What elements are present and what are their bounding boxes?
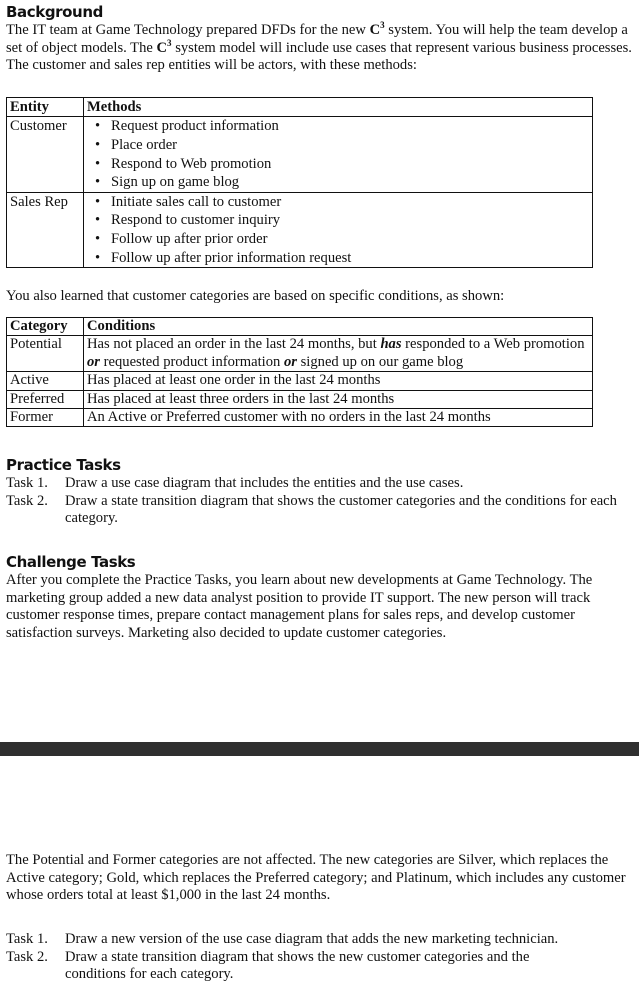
condition-cell: Has not placed an order in the last 24 m… — [83, 335, 593, 373]
condition-text: requested product information — [99, 353, 284, 370]
condition-emphasis: has — [380, 336, 402, 353]
category-name: Potential — [6, 335, 84, 373]
table-row: Preferred Has placed at least three orde… — [6, 389, 593, 410]
background-paragraph: The IT team at Game Technology prepared … — [6, 21, 634, 75]
categories-table: Category Conditions Potential Has not pl… — [6, 316, 593, 428]
table-row: Customer • Request product information • P… — [6, 116, 593, 193]
category-name: Active — [6, 371, 84, 391]
task-text: Draw a use case diagram that includes th… — [65, 475, 464, 491]
category-name: Former — [6, 408, 84, 428]
categories-intro: You also learned that customer categorie… — [6, 288, 505, 304]
task-item: Task 1. Draw a use case diagram that inc… — [6, 475, 634, 493]
bullet-icon: • — [95, 212, 101, 229]
method-text: Follow up after prior information reques… — [111, 249, 352, 266]
continued-section: The Potential and Former categories are … — [6, 852, 634, 905]
bullet-icon: • — [95, 230, 101, 247]
new-categories-paragraph: The Potential and Former categories are … — [6, 852, 626, 904]
entities-table: Entity Methods Customer • Request product… — [6, 96, 593, 269]
task-item: Task 1. Draw a new version of the use ca… — [6, 931, 634, 949]
task-text: Draw a new version of the use case diagr… — [65, 931, 559, 947]
condition-emphasis: or — [283, 353, 297, 370]
background-section: Background The IT team at Game Technolog… — [6, 3, 634, 75]
category-column-header: Category — [6, 316, 84, 337]
methods-list: • Request product information • Place orde… — [87, 117, 589, 191]
task-text: Draw a state transition diagram that sho… — [65, 492, 617, 527]
condition-text: responded to a Web promotion — [401, 336, 585, 353]
bullet-icon: • — [95, 193, 101, 210]
background-heading: Background — [6, 3, 103, 21]
method-item: • Sign up on game blog — [91, 173, 589, 192]
method-item: • Initiate sales call to customer — [91, 193, 589, 212]
method-item: • Follow up after prior order — [91, 230, 589, 249]
task-text: Draw a state transition diagram that sho… — [65, 948, 530, 983]
methods-cell: • Initiate sales call to customer • Respon… — [83, 191, 593, 269]
entities-table-wrapper: Entity Methods Customer • Request product… — [6, 96, 634, 269]
condition-cell: An Active or Preferred customer with no … — [83, 408, 593, 428]
bullet-icon: • — [95, 155, 101, 172]
method-text: Request product information — [111, 118, 279, 135]
challenge-tasks-heading: Challenge Tasks — [6, 553, 136, 571]
condition-cell: Has placed at least three orders in the … — [83, 389, 593, 410]
table-row: Potential Has not placed an order in the… — [6, 335, 593, 373]
condition-cell: Has placed at least one order in the las… — [83, 371, 593, 391]
practice-tasks-heading: Practice Tasks — [6, 456, 121, 474]
methods-cell: • Request product information • Place orde… — [83, 116, 593, 193]
table-row: Active Has placed at least one order in … — [6, 371, 593, 391]
entity-name: Customer — [6, 116, 84, 193]
challenge-tasks-section: Challenge Tasks After you complete the P… — [6, 553, 634, 642]
task-label: Task 2. — [6, 948, 48, 965]
method-item: • Follow up after prior information reque… — [91, 249, 589, 268]
condition-emphasis: or — [87, 353, 100, 370]
task-label: Task 1. — [6, 475, 48, 491]
challenge-paragraph: After you complete the Practice Tasks, y… — [6, 572, 593, 641]
method-text: Follow up after prior order — [111, 230, 268, 247]
bullet-icon: • — [95, 137, 101, 153]
practice-tasks-section: Practice Tasks Task 1. Draw a use case d… — [6, 456, 634, 528]
bullet-icon: • — [95, 118, 101, 135]
categories-table-wrapper: Category Conditions Potential Has not pl… — [6, 316, 634, 428]
conditions-column-header: Conditions — [83, 316, 593, 337]
bullet-icon: • — [95, 174, 101, 191]
system-name: C — [156, 39, 168, 56]
method-text: Initiate sales call to customer — [111, 193, 282, 210]
method-item: • Place order — [91, 136, 589, 155]
method-text: Respond to customer inquiry — [111, 212, 281, 229]
method-text: Place order — [111, 137, 178, 153]
condition-text: Has not placed an order in the last 24 m… — [87, 336, 381, 353]
task-item: Task 2. Draw a state transition diagram … — [6, 493, 634, 528]
entity-name: Sales Rep — [6, 191, 84, 269]
challenge-task-list: Task 1. Draw a new version of the use ca… — [6, 931, 634, 984]
method-item: • Respond to Web promotion — [91, 155, 589, 174]
background-text-1: The IT team at Game Technology prepared … — [6, 22, 370, 38]
category-name: Preferred — [6, 389, 84, 410]
system-name: C — [369, 22, 381, 38]
task-label: Task 1. — [6, 931, 48, 947]
task-label: Task 2. — [6, 492, 48, 509]
method-item: • Respond to customer inquiry — [91, 211, 589, 230]
entities-table-header: Entity Methods — [6, 96, 593, 118]
categories-table-header: Category Conditions — [6, 316, 593, 337]
page-break-divider — [0, 742, 639, 756]
method-item: • Request product information — [91, 117, 589, 136]
table-row: Sales Rep • Initiate sales call to custom… — [6, 191, 593, 269]
task-item: Task 2. Draw a state transition diagram … — [6, 949, 634, 984]
condition-text: signed up on our game blog — [296, 353, 464, 370]
method-text: Respond to Web promotion — [111, 155, 272, 172]
entity-column-header: Entity — [6, 96, 84, 118]
methods-list: • Initiate sales call to customer • Respon… — [87, 193, 589, 267]
method-text: Sign up on game blog — [111, 174, 240, 191]
bullet-icon: • — [95, 249, 101, 266]
methods-column-header: Methods — [83, 96, 593, 118]
table-row: Former An Active or Preferred customer w… — [6, 408, 593, 428]
